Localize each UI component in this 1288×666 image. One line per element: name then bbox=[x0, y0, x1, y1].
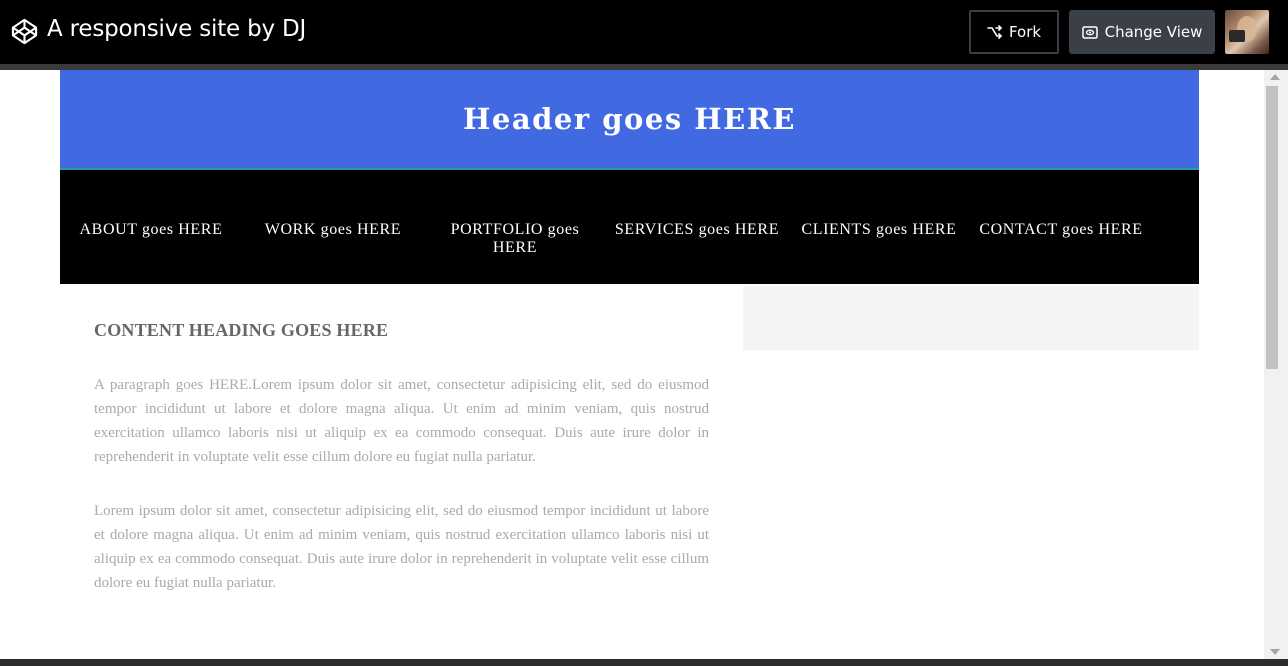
scroll-thumb[interactable] bbox=[1266, 86, 1278, 369]
site-header-title: Header goes HERE bbox=[463, 102, 796, 136]
site-container: Header goes HERE ABOUT goes HERE WORK go… bbox=[60, 70, 1199, 284]
nav-item-services[interactable]: SERVICES goes HERE bbox=[606, 221, 788, 239]
nav-item-about[interactable]: ABOUT goes HERE bbox=[60, 221, 242, 239]
nav-item-work[interactable]: WORK goes HERE bbox=[242, 221, 424, 239]
nav-item-portfolio[interactable]: PORTFOLIO goes HERE bbox=[440, 221, 590, 257]
eye-icon bbox=[1081, 25, 1098, 39]
content-paragraph: A paragraph goes HERE.Lorem ipsum dolor … bbox=[94, 377, 709, 465]
nav-item-clients[interactable]: CLIENTS goes HERE bbox=[788, 221, 970, 239]
pen-title: A responsive site by DJ bbox=[47, 16, 307, 42]
main-content: CONTENT HEADING GOES HERE A paragraph go… bbox=[94, 320, 709, 625]
avatar-camera bbox=[1229, 30, 1245, 42]
preview-frame[interactable]: Header goes HERE ABOUT goes HERE WORK go… bbox=[0, 70, 1264, 659]
content-paragraph: Lorem ipsum dolor sit amet, consectetur … bbox=[94, 503, 709, 591]
codepen-logo-icon[interactable] bbox=[11, 18, 38, 45]
fork-button[interactable]: Fork bbox=[969, 10, 1059, 54]
nav-item-contact[interactable]: CONTACT goes HERE bbox=[970, 221, 1152, 239]
content-heading: CONTENT HEADING GOES HERE bbox=[94, 320, 389, 340]
site-nav: ABOUT goes HERE WORK goes HERE PORTFOLIO… bbox=[60, 170, 1199, 284]
fork-label: Fork bbox=[1008, 23, 1042, 41]
change-view-button[interactable]: Change View bbox=[1069, 10, 1215, 54]
editor-topbar: A responsive site by DJ Fork Change View bbox=[0, 0, 1288, 64]
user-avatar[interactable] bbox=[1225, 10, 1269, 54]
sidebar-panel bbox=[743, 286, 1199, 350]
fork-icon bbox=[987, 25, 1003, 39]
site-header: Header goes HERE bbox=[60, 70, 1199, 170]
scroll-up-arrow-icon[interactable] bbox=[1270, 74, 1280, 80]
change-view-label: Change View bbox=[1104, 23, 1203, 41]
preview-scrollbar[interactable] bbox=[1264, 70, 1288, 659]
editor-bottom-bar bbox=[0, 659, 1288, 666]
scroll-down-arrow-icon[interactable] bbox=[1270, 649, 1280, 655]
